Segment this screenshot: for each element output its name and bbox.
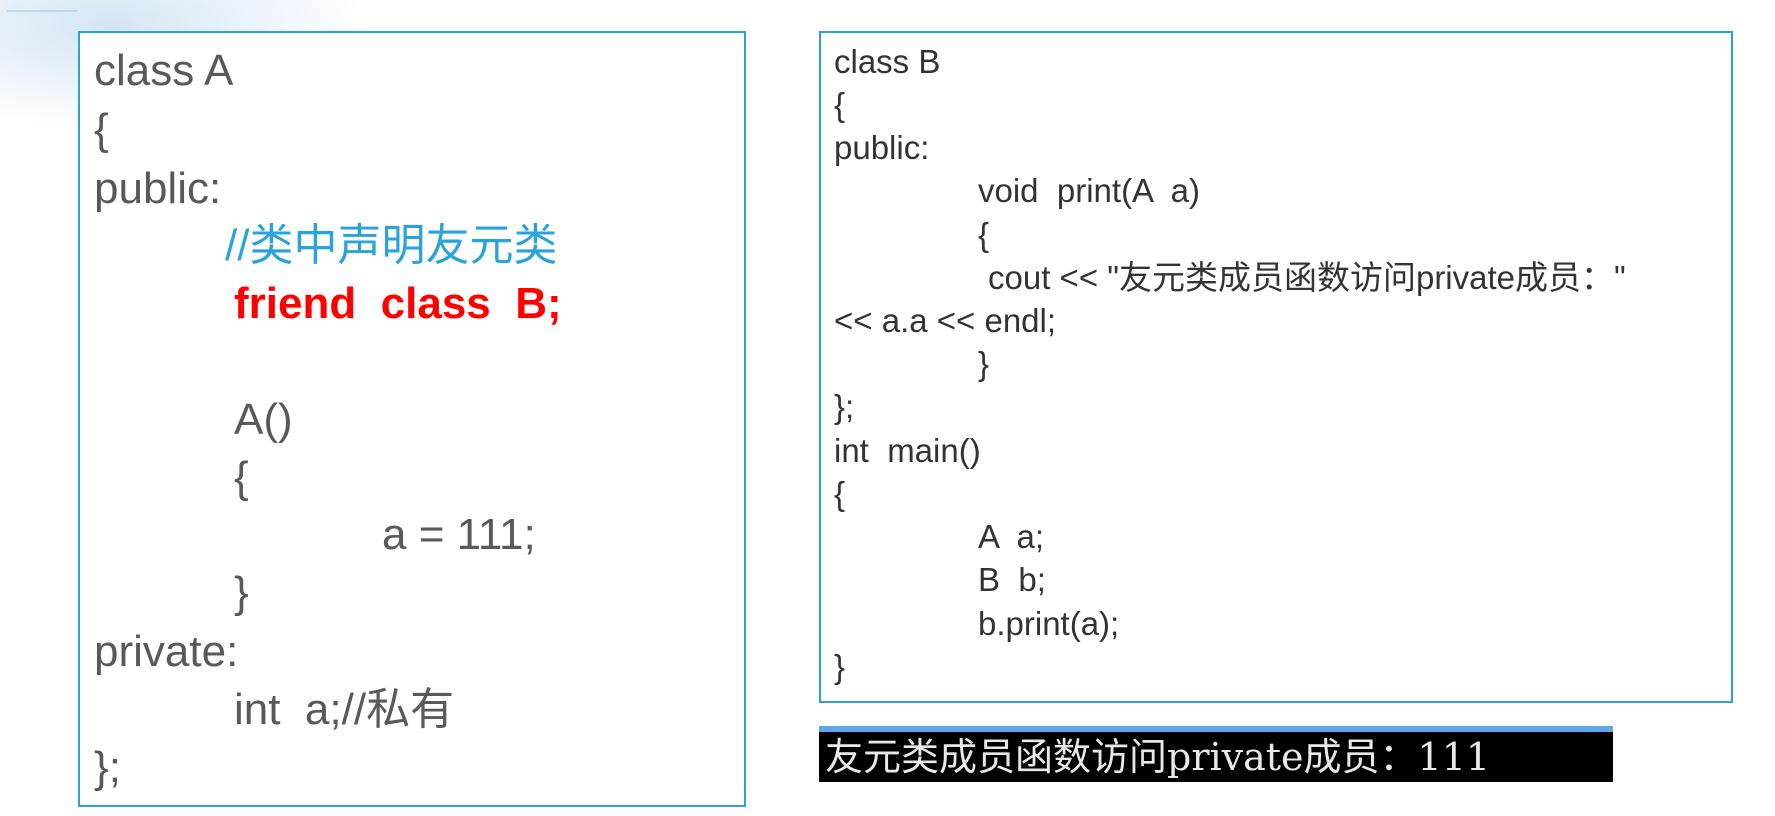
code-line: { [94,105,109,154]
code-line: } [234,568,249,617]
code-line: B b; [978,561,1046,598]
code-line: private: [94,627,239,676]
class-b-code-panel: class B { public: void print(A a) { cout… [819,31,1733,703]
friend-declaration: friend class B; [234,279,562,328]
code-line: b.print(a); [978,605,1120,642]
code-line: A a; [978,518,1045,555]
code-line: A() [234,395,293,444]
code-line: { [978,216,990,253]
class-a-code-panel: class A { public: //类中声明友元类 friend class… [78,31,746,807]
code-line: int main() [834,432,981,469]
code-line: void print(A a) [978,172,1200,209]
code-line: a = 111; [382,510,536,559]
code-line: class B [834,43,941,80]
code-line: }; [834,388,855,425]
code-line: class A [94,46,234,95]
code-line: }; [94,743,121,792]
console-output-panel: 友元类成员函数访问private成员：111 [819,726,1613,782]
console-output-text: 友元类成员函数访问private成员：111 [825,735,1491,779]
code-line: cout << "友元类成员函数访问private成员：" [988,259,1626,296]
code-line: public: [94,164,222,213]
code-comment: //类中声明友元类 [225,221,558,270]
code-line: } [978,345,990,382]
code-line: public: [834,129,930,166]
code-line: << a.a << endl; [834,302,1057,339]
code-line: } [834,648,846,685]
code-line: int a;//私有 [234,685,455,734]
code-line: { [834,86,846,123]
code-line: { [234,453,249,502]
code-line: { [834,475,846,512]
